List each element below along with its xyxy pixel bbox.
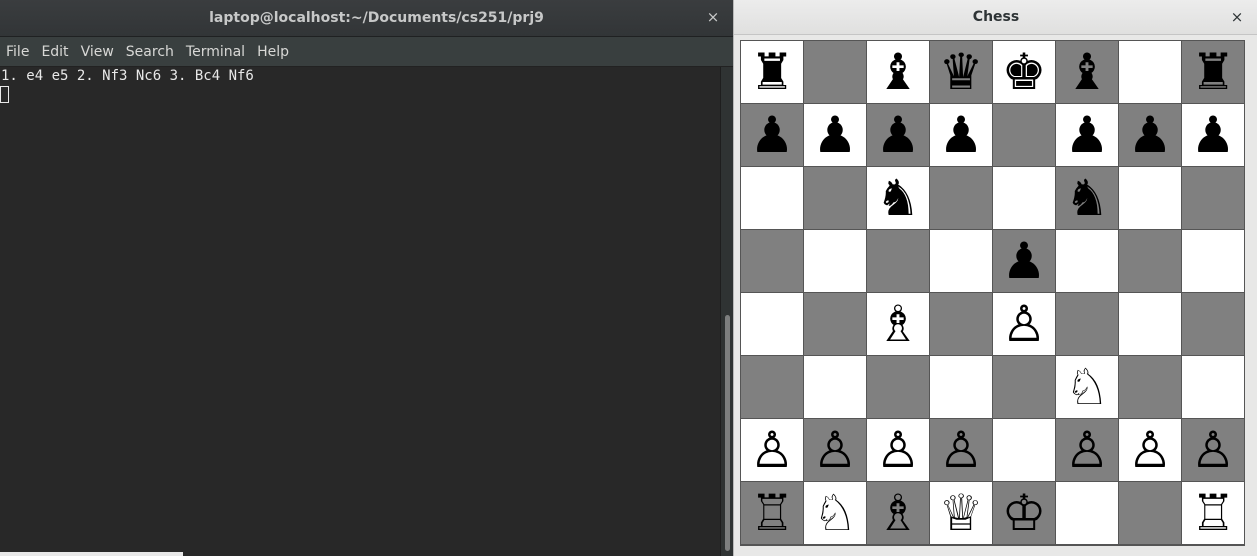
square-b6[interactable] [804,167,866,229]
square-d7[interactable]: ♟ [930,104,992,166]
square-a3[interactable] [741,356,803,418]
square-b7[interactable]: ♟ [804,104,866,166]
square-h4[interactable] [1182,293,1244,355]
square-c1[interactable]: ♗ [867,482,929,544]
square-e6[interactable] [993,167,1055,229]
square-g7[interactable]: ♟ [1119,104,1181,166]
square-c7[interactable]: ♟ [867,104,929,166]
square-e8[interactable]: ♚ [993,41,1055,103]
square-d4[interactable] [930,293,992,355]
square-g4[interactable] [1119,293,1181,355]
square-c5[interactable] [867,230,929,292]
terminal-titlebar[interactable]: laptop@localhost:~/Documents/cs251/prj9 [0,0,733,37]
square-e1[interactable]: ♔ [993,482,1055,544]
menu-view[interactable]: View [75,37,120,67]
square-c6[interactable]: ♞ [867,167,929,229]
chess-board: ♜ ♝ ♛ ♚ ♝ ♜ ♟ ♟ ♟ ♟ ♟ ♟ ♟ ♞ ♞ ♟ ♗ ♙ ♘ ♙ ♙ ♙ ♙ ♙ ♙ ♙ ♖ ♘ ♗ ♕ ♔ ♖ [740,40,1245,546]
terminal-output-line: 1. e4 e5 2. Nf3 Nc6 3. Bc4 Nf6 [1,68,254,84]
square-g6[interactable] [1119,167,1181,229]
square-b8[interactable] [804,41,866,103]
square-d1[interactable]: ♕ [930,482,992,544]
square-b3[interactable] [804,356,866,418]
square-a4[interactable] [741,293,803,355]
square-f4[interactable] [1056,293,1118,355]
square-e4[interactable]: ♙ [993,293,1055,355]
square-f2[interactable]: ♙ [1056,419,1118,481]
square-f7[interactable]: ♟ [1056,104,1118,166]
square-c4[interactable]: ♗ [867,293,929,355]
square-a7[interactable]: ♟ [741,104,803,166]
terminal-window: laptop@localhost:~/Documents/cs251/prj9 … [0,0,733,556]
square-c3[interactable] [867,356,929,418]
menu-terminal[interactable]: Terminal [180,37,251,67]
terminal-cursor [0,86,9,103]
square-h6[interactable] [1182,167,1244,229]
square-d8[interactable]: ♛ [930,41,992,103]
square-b4[interactable] [804,293,866,355]
menu-help[interactable]: Help [251,37,295,67]
square-h2[interactable]: ♙ [1182,419,1244,481]
menu-edit[interactable]: Edit [35,37,74,67]
terminal-close-icon[interactable]: × [705,9,721,25]
square-e5[interactable]: ♟ [993,230,1055,292]
terminal-scrollbar-thumb[interactable] [725,315,730,551]
square-d2[interactable]: ♙ [930,419,992,481]
square-d5[interactable] [930,230,992,292]
terminal-bottom-edge [0,552,183,556]
square-e2[interactable] [993,419,1055,481]
square-b2[interactable]: ♙ [804,419,866,481]
square-a8[interactable]: ♜ [741,41,803,103]
square-a2[interactable]: ♙ [741,419,803,481]
chess-title: Chess [972,9,1020,25]
square-e3[interactable] [993,356,1055,418]
chess-window: Chess × ♜ ♝ ♛ ♚ ♝ ♜ ♟ ♟ ♟ ♟ ♟ ♟ ♟ ♞ ♞ ♟ ♗ ♙ ♘ ♙ ♙ ♙ ♙ ♙ ♙ ♙ ♖ ♘ ♗ ♕ ♔ ♖ [733,0,1257,556]
terminal-menubar: File Edit View Search Terminal Help [0,37,733,67]
menu-search[interactable]: Search [120,37,180,67]
terminal-title: laptop@localhost:~/Documents/cs251/prj9 [209,10,544,26]
terminal-scrollbar[interactable] [720,67,733,556]
square-h1[interactable]: ♖ [1182,482,1244,544]
chess-close-icon[interactable]: × [1229,8,1245,26]
square-b5[interactable] [804,230,866,292]
square-a1[interactable]: ♖ [741,482,803,544]
square-c8[interactable]: ♝ [867,41,929,103]
terminal-output[interactable]: 1. e4 e5 2. Nf3 Nc6 3. Bc4 Nf6 [0,67,720,556]
square-f3[interactable]: ♘ [1056,356,1118,418]
square-d6[interactable] [930,167,992,229]
square-h5[interactable] [1182,230,1244,292]
square-b1[interactable]: ♘ [804,482,866,544]
square-g2[interactable]: ♙ [1119,419,1181,481]
square-f8[interactable]: ♝ [1056,41,1118,103]
square-f1[interactable] [1056,482,1118,544]
square-g8[interactable] [1119,41,1181,103]
square-c2[interactable]: ♙ [867,419,929,481]
square-a5[interactable] [741,230,803,292]
square-d3[interactable] [930,356,992,418]
menu-file[interactable]: File [0,37,35,67]
square-a6[interactable] [741,167,803,229]
chess-titlebar[interactable]: Chess [734,0,1257,35]
square-g1[interactable] [1119,482,1181,544]
square-h8[interactable]: ♜ [1182,41,1244,103]
square-h7[interactable]: ♟ [1182,104,1244,166]
square-e7[interactable] [993,104,1055,166]
square-g5[interactable] [1119,230,1181,292]
square-h3[interactable] [1182,356,1244,418]
square-f6[interactable]: ♞ [1056,167,1118,229]
square-g3[interactable] [1119,356,1181,418]
square-f5[interactable] [1056,230,1118,292]
